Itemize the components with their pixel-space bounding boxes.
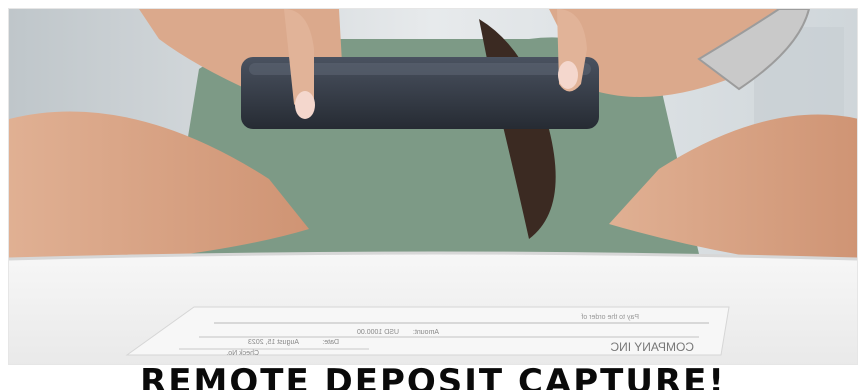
check-pay-to: Pay to the order of (581, 314, 639, 321)
check-date-label: Date: (322, 339, 339, 346)
photo-illustration: COMPANY INC Amount: USD 1000.00 Date: Au… (9, 9, 857, 364)
check-amount-value: USD 1000.00 (357, 329, 399, 336)
check-date-value: August 15, 2023 (248, 339, 299, 346)
check-amount-label: Amount: (413, 329, 439, 336)
fingernail-right (558, 61, 578, 89)
photo: COMPANY INC Amount: USD 1000.00 Date: Au… (8, 8, 858, 365)
fingernail-left (295, 91, 315, 119)
check-company: COMPANY INC (610, 340, 694, 354)
check-number: Check No. (226, 350, 259, 357)
caption-title: REMOTE DEPOSIT CAPTURE! (140, 362, 726, 390)
image-frame: COMPANY INC Amount: USD 1000.00 Date: Au… (0, 0, 866, 390)
